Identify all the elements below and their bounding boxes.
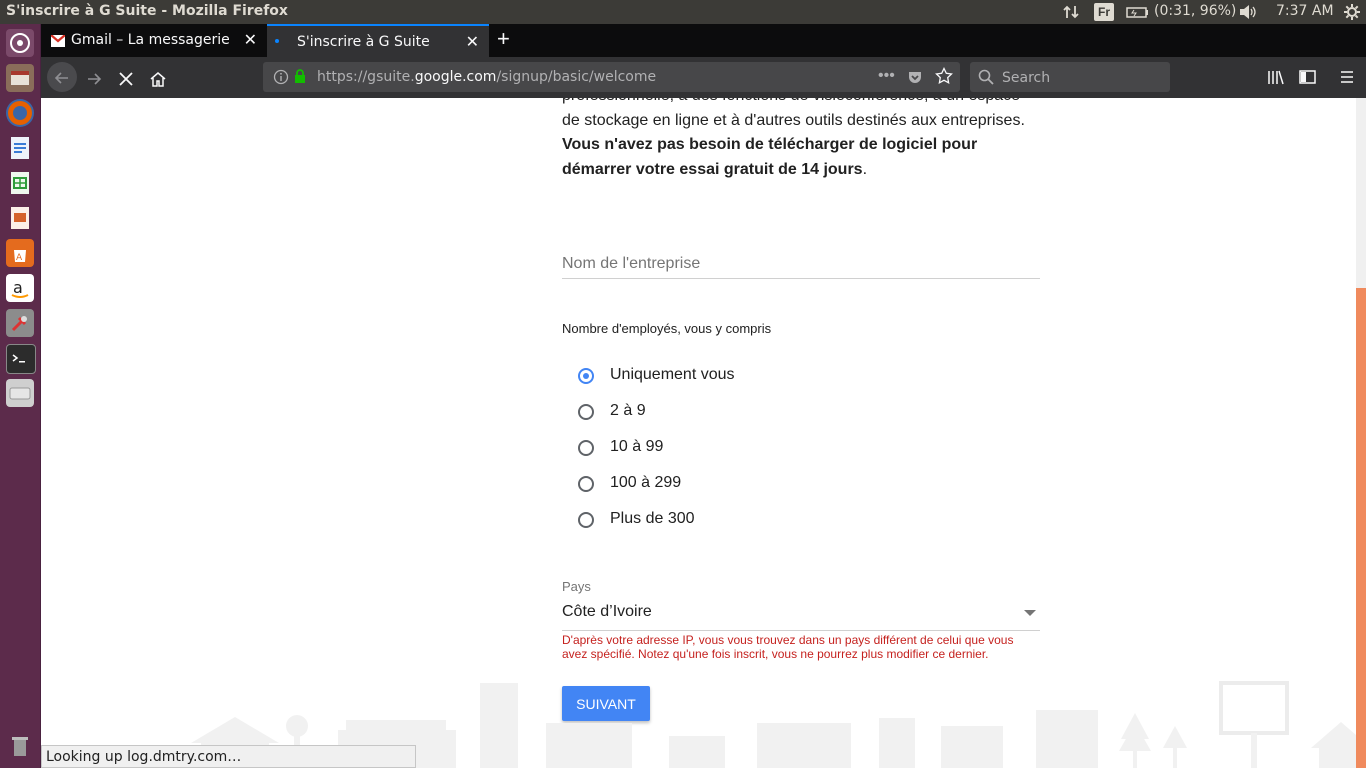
radio-button[interactable]: [578, 476, 594, 492]
hamburger-menu-icon[interactable]: [1339, 69, 1355, 90]
loading-dot-icon: [275, 39, 279, 43]
radio-label: 100 à 299: [610, 474, 682, 491]
svg-text:A: A: [16, 253, 23, 263]
radio-button[interactable]: [578, 512, 594, 528]
tab-gsuite[interactable]: S'inscrire à G Suite ✕: [267, 24, 489, 57]
library-icon[interactable]: [1267, 69, 1285, 90]
country-value: Côte d’Ivoire: [562, 603, 652, 620]
tab-label: Gmail – La messagerie av: [71, 32, 231, 48]
pocket-icon[interactable]: [907, 69, 923, 90]
files-icon[interactable]: [6, 64, 34, 92]
close-icon[interactable]: ✕: [466, 32, 479, 52]
url-bar[interactable]: https://gsuite.google.com/signup/basic/w…: [263, 62, 960, 92]
new-tab-button[interactable]: +: [497, 26, 510, 52]
url-text[interactable]: https://gsuite.google.com/signup/basic/w…: [317, 69, 656, 85]
info-icon[interactable]: [273, 69, 289, 90]
software-center-icon[interactable]: A: [6, 239, 34, 267]
tab-gmail[interactable]: Gmail – La messagerie av ✕: [41, 24, 267, 57]
terminal-icon[interactable]: [6, 344, 36, 374]
clock[interactable]: 7:37 AM: [1276, 3, 1334, 19]
radio-label: 10 à 99: [610, 438, 664, 455]
radio-button[interactable]: [578, 368, 594, 384]
bookmark-star-icon[interactable]: [935, 66, 953, 90]
search-icon: [978, 69, 994, 90]
impress-icon[interactable]: [6, 204, 34, 232]
radio-button[interactable]: [578, 440, 594, 456]
page-scrollbar[interactable]: [1356, 98, 1366, 768]
firefox-icon[interactable]: [6, 99, 34, 127]
top-panel: S'inscrire à G Suite - Mozilla Firefox F…: [0, 0, 1366, 24]
page-content: professionnelle, à des fonctions de visi…: [41, 98, 1356, 768]
radio-label: 2 à 9: [610, 402, 646, 419]
scroll-thumb[interactable]: [1356, 288, 1366, 768]
lock-icon[interactable]: [293, 68, 307, 89]
country-warning: D'après votre adresse IP, vous vous trou…: [562, 633, 1014, 661]
intro-end: .: [862, 160, 868, 178]
intro-bold: Vous n'avez pas besoin de télécharger de…: [562, 136, 978, 178]
battery-icon[interactable]: [1126, 3, 1150, 25]
dropdown-arrow-icon[interactable]: [1024, 610, 1036, 616]
amazon-icon[interactable]: a: [6, 274, 34, 302]
status-text: Looking up log.dmtry.com…: [46, 749, 242, 765]
keyboard-layout-indicator[interactable]: Fr: [1094, 3, 1114, 21]
back-button[interactable]: [47, 62, 77, 92]
navigation-bar: https://gsuite.google.com/signup/basic/w…: [41, 57, 1366, 98]
search-bar[interactable]: [970, 62, 1170, 92]
intro-line-2: stockage en ligne et à d'autres outils d…: [584, 111, 1025, 129]
ubuntu-dash-icon[interactable]: [6, 29, 34, 57]
company-name-field[interactable]: [562, 250, 1040, 279]
home-button[interactable]: [145, 65, 171, 91]
radio-label: Plus de 300: [610, 510, 695, 527]
window-title: S'inscrire à G Suite - Mozilla Firefox: [6, 3, 288, 19]
search-input[interactable]: [1000, 67, 1164, 89]
tab-bar: Gmail – La messagerie av ✕ S'inscrire à …: [41, 24, 1366, 57]
calc-icon[interactable]: [6, 169, 34, 197]
disk-icon[interactable]: [6, 379, 34, 407]
radio-label: Uniquement vous: [610, 366, 735, 383]
tab-label: S'inscrire à G Suite: [297, 34, 430, 50]
launcher: A a: [0, 24, 41, 768]
gmail-icon: [50, 34, 66, 50]
country-label: Pays: [562, 579, 591, 594]
battery-text: (0:31, 96%): [1154, 3, 1237, 19]
employees-label: Nombre d'employés, vous y compris: [562, 321, 772, 336]
writer-icon[interactable]: [6, 134, 34, 162]
forward-button[interactable]: [81, 65, 107, 91]
intro-text: professionnelle, à des fonctions de visi…: [562, 98, 1042, 182]
page-actions-icon[interactable]: •••: [878, 67, 895, 85]
radio-button[interactable]: [578, 404, 594, 420]
stop-loading-button[interactable]: [113, 65, 139, 91]
country-select[interactable]: Côte d’Ivoire: [562, 600, 1040, 631]
sidebar-icon[interactable]: [1299, 69, 1317, 90]
status-bar: Looking up log.dmtry.com…: [41, 745, 416, 768]
system-settings-icon[interactable]: [6, 309, 34, 337]
svg-text:a: a: [13, 278, 23, 297]
close-icon[interactable]: ✕: [244, 30, 257, 50]
gear-icon[interactable]: [1343, 3, 1361, 25]
volume-icon[interactable]: [1238, 3, 1258, 25]
trash-icon[interactable]: [6, 732, 34, 760]
network-updown-icon[interactable]: [1062, 3, 1080, 25]
